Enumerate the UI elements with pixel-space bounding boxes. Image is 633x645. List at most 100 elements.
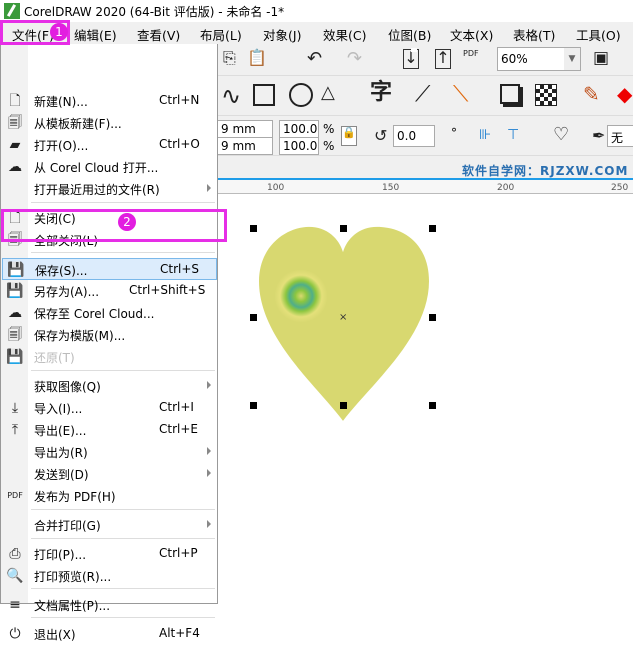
menu-item-0[interactable]: 🗋 新建(N)... Ctrl+N (2, 90, 217, 112)
drop-shadow-icon[interactable] (500, 84, 520, 104)
menu-view[interactable]: 查看(V) (137, 22, 180, 44)
transparency-icon[interactable] (535, 84, 557, 106)
copy-icon[interactable]: ⎘ (223, 50, 236, 66)
lock-ratio-icon[interactable]: 🔒 (341, 126, 357, 146)
save-icon: 💾 (7, 262, 25, 278)
menu-item-12[interactable]: 获取图像(Q) (2, 375, 217, 397)
power-icon: ⏻ (9, 626, 21, 642)
menu-item-9[interactable]: ☁ 保存至 Corel Cloud... (2, 302, 217, 324)
freehand-tool-icon[interactable]: ∿ (221, 84, 241, 108)
menu-layout[interactable]: 布局(L) (200, 22, 242, 44)
menu-item-shortcut: Ctrl+Shift+S (129, 283, 206, 297)
print-preview-icon: 🔍 (6, 568, 24, 584)
shapes-tool-icon[interactable]: △ (321, 84, 335, 102)
menu-item-label: 保存(S)... (35, 264, 88, 278)
menu-text[interactable]: 文本(X) (450, 22, 493, 44)
menu-item-label: 保存为模版(M)... (34, 329, 126, 343)
eyedropper-icon[interactable]: ✎ (583, 84, 600, 104)
menu-item-22[interactable]: ⏻ 退出(X) Alt+F4 (2, 623, 217, 645)
dimension-tool-icon[interactable]: ⟋ (415, 84, 430, 106)
width-field[interactable]: 9 mm (217, 120, 273, 138)
submenu-arrow-icon (207, 184, 211, 192)
menu-item-19[interactable]: ⎙ 打印(P)... Ctrl+P (2, 543, 217, 565)
scale-x-field[interactable]: 100.0 (279, 120, 319, 138)
menu-item-label: 打印预览(R)... (34, 570, 112, 584)
menu-item-16[interactable]: 发送到(D) (2, 463, 217, 485)
menu-item-3[interactable]: ☁ 从 Corel Cloud 打开... (2, 156, 217, 178)
mirror-horizontal-icon[interactable]: ⊪ (479, 128, 491, 142)
export-icon: ⤒ (11, 422, 19, 438)
rotate-icon: ↺ (374, 126, 388, 145)
undo-icon[interactable]: ↶ (307, 50, 322, 68)
connector-tool-icon[interactable]: ⟍ (453, 84, 468, 106)
standard-toolbar: ⎘ 📋 ↶ ↷ ↓ ↑ PDF 60% ▼ ▣ (217, 44, 633, 76)
export-icon[interactable]: ↑ (435, 49, 451, 69)
selection-handle[interactable] (429, 402, 436, 409)
toolbars: ⎘ 📋 ↶ ↷ ↓ ↑ PDF 60% ▼ ▣ ∿ △ 字 ⟋ ⟍ ✎ ◆ 9 m… (217, 44, 633, 178)
menu-item-shortcut: Ctrl+P (159, 546, 198, 560)
publish-pdf-icon[interactable]: PDF (463, 50, 479, 58)
heart-shape-icon[interactable]: ♡ (553, 126, 569, 144)
degree-label: ° (451, 126, 457, 140)
zoom-level-select[interactable]: 60% ▼ (497, 47, 581, 71)
selection-handle[interactable] (250, 225, 257, 232)
menu-item-17[interactable]: PDF 发布为 PDF(H) (2, 485, 217, 507)
redo-icon[interactable]: ↷ (347, 50, 362, 68)
menu-item-15[interactable]: 导出为(R) (2, 441, 217, 463)
selection-handle[interactable] (340, 225, 347, 232)
menu-item-14[interactable]: ⤒ 导出(E)... Ctrl+E (2, 419, 217, 441)
selection-handle[interactable] (340, 402, 347, 409)
selection-handle[interactable] (429, 225, 436, 232)
heart-shape[interactable]: × (217, 194, 633, 604)
menu-separator (31, 252, 215, 253)
rectangle-tool-icon[interactable] (253, 84, 275, 106)
fill-icon[interactable]: ◆ (617, 84, 632, 104)
menu-separator (31, 509, 215, 510)
menu-item-13[interactable]: ⤓ 导入(I)... Ctrl+I (2, 397, 217, 419)
menu-table[interactable]: 表格(T) (513, 22, 555, 44)
selection-handle[interactable] (250, 402, 257, 409)
doc-properties-icon: ≡ (9, 597, 21, 613)
menu-item-8[interactable]: 💾 另存为(A)... Ctrl+Shift+S (2, 280, 217, 302)
scale-y-field[interactable]: 100.0 (279, 137, 319, 155)
import-icon[interactable]: ↓ (403, 49, 419, 69)
menu-item-1[interactable]: 🗐 从模板新建(F)... (2, 112, 217, 134)
property-bar: 9 mm 9 mm 100.0 100.0 % % 🔒 ↺ 0.0 ° ⊪ ⊤ … (217, 116, 633, 156)
horizontal-ruler[interactable]: 100 150 200 250 (217, 178, 633, 194)
menu-item-7[interactable]: 💾 保存(S)... Ctrl+S (2, 258, 217, 280)
menu-item-label: 文档属性(P)... (34, 599, 111, 613)
cloud-upload-icon: ☁ (8, 305, 22, 321)
outline-width-select[interactable]: 无 (607, 125, 633, 147)
menu-item-18[interactable]: 合并打印(G) (2, 514, 217, 536)
full-screen-icon[interactable]: ▣ (593, 50, 609, 67)
text-tool-icon[interactable]: 字 (370, 82, 392, 104)
drawing-canvas[interactable]: × (217, 194, 633, 604)
menu-item-4[interactable]: 打开最近用过的文件(R) (2, 178, 217, 200)
menu-edit[interactable]: 编辑(E) (74, 22, 117, 44)
menu-item-2[interactable]: ▰ 打开(O)... Ctrl+O (2, 134, 217, 156)
menu-item-10[interactable]: 🗐 保存为模版(M)... (2, 324, 217, 346)
submenu-arrow-icon (207, 469, 211, 477)
menu-tools[interactable]: 工具(O) (576, 22, 621, 44)
selection-handle[interactable] (429, 314, 436, 321)
menu-item-label: 导出为(R) (34, 446, 88, 460)
selection-handle[interactable] (250, 314, 257, 321)
menu-object[interactable]: 对象(J) (263, 22, 301, 44)
menu-item-label: 还原(T) (34, 351, 75, 365)
ellipse-tool-icon[interactable] (289, 83, 313, 107)
menu-item-label: 另存为(A)... (34, 285, 100, 299)
menu-item-11: 💾 还原(T) (2, 346, 217, 368)
menu-item-20[interactable]: 🔍 打印预览(R)... (2, 565, 217, 587)
menu-item-label: 打开(O)... (34, 139, 89, 153)
menu-effects[interactable]: 效果(C) (323, 22, 366, 44)
rotation-field[interactable]: 0.0 (393, 125, 435, 147)
title-bar: CorelDRAW 2020 (64-Bit 评估版) - 未命名 -1* (0, 0, 633, 22)
mirror-vertical-icon[interactable]: ⊤ (507, 128, 519, 142)
height-field[interactable]: 9 mm (217, 137, 273, 155)
paste-icon[interactable]: 📋 (247, 50, 267, 66)
submenu-arrow-icon (207, 520, 211, 528)
percent-label: % (323, 122, 335, 136)
menu-item-21[interactable]: ≡ 文档属性(P)... (2, 594, 217, 616)
import-icon: ⤓ (11, 400, 19, 416)
menu-bitmaps[interactable]: 位图(B) (388, 22, 431, 44)
